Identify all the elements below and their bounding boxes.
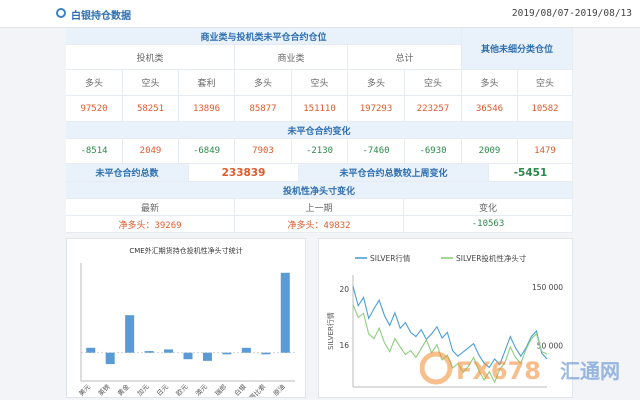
change-value: 2049 bbox=[123, 139, 179, 164]
category-label: 美元 bbox=[77, 382, 93, 397]
spec-change-label: 变化 bbox=[404, 199, 573, 216]
bar bbox=[105, 352, 115, 365]
column-label: 套利 bbox=[179, 70, 235, 96]
position-value: 197293 bbox=[348, 96, 405, 122]
positions-table: 商业类与投机类未平仓合约仓位 其他未细分类仓位 投机类 商业类 总计 未平仓合约… bbox=[66, 28, 573, 233]
position-value: 97520 bbox=[66, 96, 123, 122]
spec-previous-value: 净多头：49832 bbox=[235, 216, 404, 233]
fx678-watermark: FX678 汇通网 bbox=[420, 351, 620, 385]
change-value: -8514 bbox=[66, 139, 123, 164]
column-label: 空头 bbox=[292, 70, 348, 96]
category-label: 日元 bbox=[155, 382, 170, 397]
change-value: -2130 bbox=[292, 139, 348, 164]
date-range: 2019/08/07-2019/08/13 bbox=[511, 8, 632, 19]
bar bbox=[183, 352, 193, 360]
oi-total-value: 233839 bbox=[189, 164, 299, 182]
cme-bar-chart-panel: CME外汇期货持仓投机性净头寸统计美元英镑黄金加元日元欧元澳元瑞郎白银墨西哥比索… bbox=[66, 238, 306, 398]
column-label: 空头 bbox=[405, 70, 462, 96]
other-header: 其他未细分类仓位 bbox=[462, 28, 573, 70]
category-label: 欧元 bbox=[174, 382, 190, 397]
position-value: 58251 bbox=[123, 96, 179, 122]
left-tick-label: 16 bbox=[339, 341, 349, 350]
bar bbox=[144, 351, 154, 353]
bar bbox=[86, 347, 96, 353]
logo-ring-icon bbox=[420, 351, 453, 385]
group-header: 商业类与投机类未平仓合约仓位 bbox=[66, 28, 462, 45]
change-header: 未平仓合约变化 bbox=[66, 122, 573, 139]
category-label: 加元 bbox=[135, 382, 151, 397]
position-value: 85877 bbox=[235, 96, 292, 122]
cme-bar-chart: CME外汇期货持仓投机性净头寸统计美元英镑黄金加元日元欧元澳元瑞郎白银墨西哥比索… bbox=[77, 246, 295, 397]
column-label: 多头 bbox=[462, 70, 518, 96]
bar bbox=[280, 272, 290, 353]
category-label: 瑞郎 bbox=[213, 382, 229, 397]
oi-change-value: -5451 bbox=[489, 164, 573, 182]
bar bbox=[241, 347, 251, 353]
column-label: 多头 bbox=[348, 70, 405, 96]
left-tick-label: 20 bbox=[339, 285, 349, 294]
bar bbox=[125, 315, 135, 353]
page-header: 白银持仓数据 2019/08/07-2019/08/13 bbox=[0, 0, 640, 28]
column-label: 空头 bbox=[518, 70, 573, 96]
spec-previous-label: 上一期 bbox=[235, 199, 404, 216]
bar bbox=[261, 352, 271, 355]
bar bbox=[222, 352, 232, 355]
legend-label: SILVER行情 bbox=[370, 253, 411, 263]
spec-latest-value: 净多头：39269 bbox=[66, 216, 235, 233]
watermark-subtext: 汇通网 bbox=[560, 359, 620, 383]
oi-total-label: 未平仓合约总数 bbox=[66, 164, 189, 182]
change-value: 7903 bbox=[235, 139, 292, 164]
page-title: 白银持仓数据 bbox=[71, 11, 131, 22]
position-value: 10582 bbox=[518, 96, 573, 122]
spec-latest-label: 最新 bbox=[66, 199, 235, 216]
category-label: 原油 bbox=[271, 382, 287, 397]
spec-header: 投机性净头寸变化 bbox=[66, 182, 573, 199]
position-value: 151110 bbox=[292, 96, 348, 122]
right-tick-label: 150 000 bbox=[532, 283, 563, 292]
column-label: 空头 bbox=[123, 70, 179, 96]
change-value: -7460 bbox=[348, 139, 405, 164]
column-label: 多头 bbox=[235, 70, 292, 96]
category-label: 白银 bbox=[232, 382, 248, 397]
subheader-speculative: 投机类 bbox=[66, 45, 235, 70]
bar-chart-title: CME外汇期货持仓投机性净头寸统计 bbox=[129, 246, 242, 255]
circle-icon bbox=[56, 8, 66, 18]
change-value: -6930 bbox=[405, 139, 462, 164]
change-value: 1479 bbox=[518, 139, 573, 164]
watermark-text: FX678 bbox=[456, 357, 541, 385]
position-value: 223257 bbox=[405, 96, 462, 122]
category-label: 澳元 bbox=[193, 382, 209, 397]
category-label: 黄金 bbox=[115, 382, 131, 397]
column-label: 多头 bbox=[66, 70, 123, 96]
bar bbox=[164, 349, 174, 353]
change-value: 2009 bbox=[462, 139, 518, 164]
position-value: 36546 bbox=[462, 96, 518, 122]
change-value: -6849 bbox=[179, 139, 235, 164]
subheader-total: 总计 bbox=[348, 45, 462, 70]
category-label: 英镑 bbox=[96, 382, 112, 397]
oi-change-label: 未平仓合约总数较上周变化 bbox=[299, 164, 489, 182]
spec-change-value: -10563 bbox=[404, 216, 573, 233]
bar bbox=[202, 352, 212, 361]
legend-label: SILVER投机性净头寸 bbox=[456, 253, 527, 263]
subheader-commercial: 商业类 bbox=[235, 45, 348, 70]
position-value: 13896 bbox=[179, 96, 235, 122]
y-axis-label: SILVER行情 bbox=[326, 312, 335, 350]
